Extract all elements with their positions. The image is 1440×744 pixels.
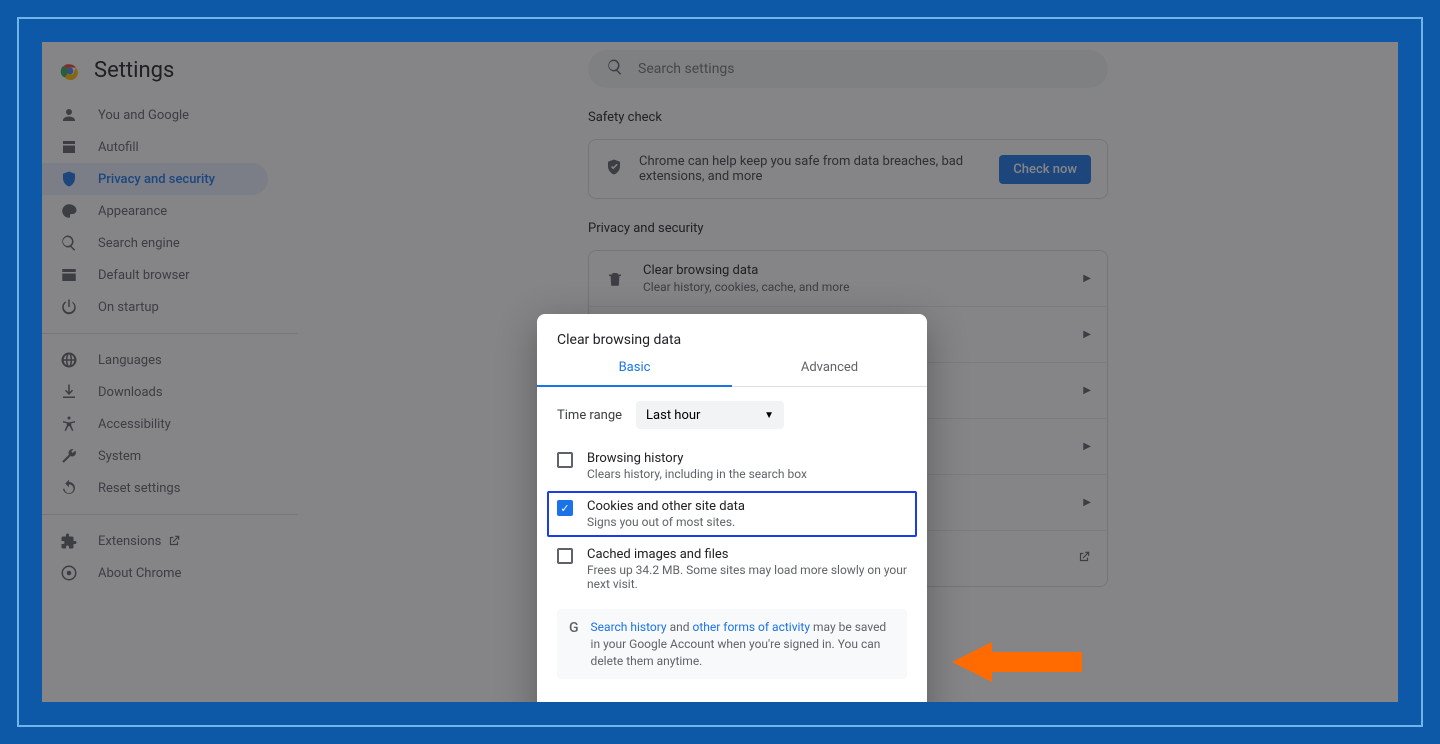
annotation-arrow-icon [952,637,1082,691]
option-cached-images[interactable]: Cached images and filesFrees up 34.2 MB.… [557,539,907,599]
dialog-title: Clear browsing data [557,332,907,348]
search-history-link[interactable]: Search history [591,620,667,634]
option-title: Cached images and files [587,547,907,562]
clear-browsing-data-dialog: Clear browsing data Basic Advanced Time … [537,314,927,702]
google-account-info: G Search history and other forms of acti… [557,609,907,679]
time-range-label: Time range [557,408,622,423]
chevron-down-icon: ▼ [764,410,774,421]
time-range-value: Last hour [646,408,700,423]
tab-basic[interactable]: Basic [537,360,732,387]
google-icon: G [569,619,579,669]
other-activity-link[interactable]: other forms of activity [692,620,810,634]
option-sub: Signs you out of most sites. [587,515,907,529]
option-browsing-history[interactable]: Browsing historyClears history, includin… [557,443,907,489]
option-title: Browsing history [587,451,907,466]
option-title: Cookies and other site data [587,499,907,514]
option-cookies[interactable]: Cookies and other site dataSigns you out… [547,491,917,537]
dialog-tabs: Basic Advanced [537,360,927,387]
info-text: Search history and other forms of activi… [591,619,895,669]
checkbox-browsing-history[interactable] [557,452,573,468]
time-range-select[interactable]: Last hour ▼ [636,401,784,429]
tab-advanced[interactable]: Advanced [732,360,927,386]
option-sub: Frees up 34.2 MB. Some sites may load mo… [587,563,907,591]
option-sub: Clears history, including in the search … [587,467,907,481]
checkbox-cached[interactable] [557,548,573,564]
checkbox-cookies[interactable] [557,500,573,516]
